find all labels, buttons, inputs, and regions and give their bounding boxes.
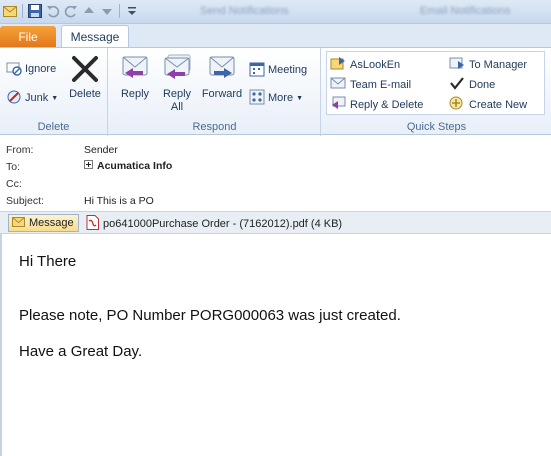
envelope-icon [2, 3, 18, 19]
delete-group: Ignore Junk ▼ Delete Delete [0, 48, 108, 136]
from-label: From: [6, 144, 34, 156]
more-button[interactable]: More ▼ [249, 88, 303, 108]
expand-icon[interactable] [84, 160, 93, 172]
body-line-1: Please note, PO Number PORG000063 was ju… [19, 307, 401, 324]
quick-step-label: Done [469, 78, 496, 91]
checkmark-icon [449, 76, 465, 93]
folder-arrow-icon [330, 56, 346, 73]
forward-label: Forward [201, 88, 243, 100]
more-label: More [268, 92, 294, 104]
ribbon-tabs: File Message [0, 24, 551, 48]
tab-file[interactable]: File [0, 26, 56, 48]
chevron-down-icon: ▼ [296, 94, 303, 102]
quick-step-to-manager[interactable]: To Manager [449, 56, 527, 73]
quick-steps-gallery: AsLookEn To Manager Team E-mail Done Rep… [326, 51, 545, 115]
message-tab-label: Message [29, 217, 74, 229]
tab-message[interactable]: Message [61, 25, 129, 48]
from-value[interactable]: Sender [84, 144, 118, 156]
attachment-file-name: po641000Purchase Order - (7162012).pdf (… [103, 217, 343, 230]
to-label: To: [6, 161, 21, 173]
undo-icon[interactable] [45, 3, 61, 19]
respond-group-label: Respond [192, 121, 237, 133]
meeting-button[interactable]: Meeting [249, 60, 307, 80]
delete-group-label: Delete [37, 121, 70, 133]
ignore-label: Ignore [25, 63, 57, 75]
quick-step-label: Create New [469, 98, 528, 111]
quick-step-label: Team E-mail [350, 78, 412, 91]
junk-button[interactable]: Junk ▼ [6, 88, 58, 108]
junk-icon [6, 89, 22, 108]
junk-label: Junk [25, 92, 49, 104]
ribbon: Ignore Junk ▼ Delete Delete Reply Reply … [0, 47, 551, 136]
quick-step-label: To Manager [469, 58, 528, 71]
quick-step-done[interactable]: Done [449, 76, 495, 93]
quick-steps-group: AsLookEn To Manager Team E-mail Done Rep… [322, 48, 551, 136]
down-arrow-icon[interactable] [99, 3, 115, 19]
attachment-bar: Message po641000Purchase Order - (716201… [0, 212, 551, 234]
ignore-button[interactable]: Ignore [6, 59, 56, 79]
message-body[interactable]: Hi There Please note, PO Number PORG0000… [0, 234, 551, 456]
quick-step-team-email[interactable]: Team E-mail [330, 76, 411, 93]
body-line-2: Have a Great Day. [19, 343, 143, 360]
quick-step-reply-delete[interactable]: Reply & Delete [330, 96, 423, 113]
title-bar: Send Notifications Email Notifications [0, 0, 551, 24]
quick-access-toolbar [2, 3, 140, 19]
envelope-icon [12, 216, 25, 230]
reply-delete-icon [330, 96, 346, 113]
meeting-icon [249, 61, 265, 80]
reply-icon [119, 54, 151, 88]
cc-label: Cc: [6, 178, 22, 190]
quick-step-create-new[interactable]: Create New [449, 96, 527, 113]
reply-label: Reply [120, 88, 150, 100]
up-arrow-icon[interactable] [81, 3, 97, 19]
reply-all-icon [161, 54, 193, 88]
more-icon [249, 89, 265, 108]
quick-step-aslooken[interactable]: AsLookEn [330, 56, 400, 73]
save-icon[interactable] [27, 3, 43, 19]
window-title: Send Notifications [200, 5, 289, 17]
respond-group: Reply Reply All Forward Meeting More ▼ R… [109, 48, 321, 136]
create-new-icon [449, 96, 465, 113]
reply-all-label: Reply All [162, 88, 192, 113]
redo-icon[interactable] [63, 3, 79, 19]
ignore-icon [6, 60, 22, 79]
message-header: From: Sender To: Acumatica Info Cc: Subj… [0, 136, 551, 212]
quick-steps-group-label: Quick Steps [406, 121, 467, 133]
pdf-icon [86, 214, 99, 233]
subject-value: Hi This is a PO [84, 195, 154, 207]
to-recipient[interactable]: Acumatica Info [84, 160, 172, 172]
body-greeting: Hi There [19, 253, 77, 270]
forward-arrow-icon [449, 56, 465, 73]
toolbar-separator [22, 4, 23, 18]
team-email-icon [330, 76, 346, 93]
meeting-label: Meeting [268, 64, 308, 76]
window-title-right: Email Notifications [420, 5, 511, 17]
chevron-down-icon: ▼ [51, 94, 59, 102]
reply-button[interactable]: Reply [115, 54, 155, 101]
toolbar-separator [119, 4, 120, 18]
attachment-file[interactable]: po641000Purchase Order - (7162012).pdf (… [86, 214, 343, 233]
reply-all-button[interactable]: Reply All [157, 54, 197, 114]
forward-button[interactable]: Forward [199, 54, 245, 101]
subject-label: Subject: [6, 195, 44, 207]
delete-button[interactable]: Delete [68, 54, 102, 101]
delete-x-icon [70, 54, 100, 88]
to-value: Acumatica Info [97, 160, 173, 172]
customize-toolbar-icon[interactable] [124, 3, 140, 19]
message-tab[interactable]: Message [8, 214, 79, 232]
delete-label: Delete [69, 88, 101, 100]
quick-step-label: AsLookEn [350, 58, 401, 71]
quick-step-label: Reply & Delete [350, 98, 424, 111]
forward-icon [206, 54, 238, 88]
